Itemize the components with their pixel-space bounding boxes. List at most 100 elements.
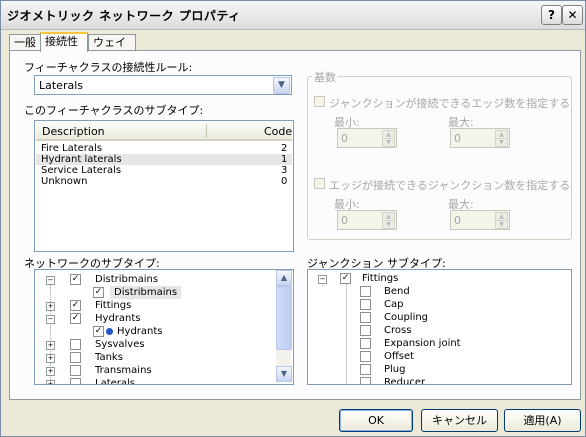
tree-checkbox[interactable] xyxy=(360,299,371,310)
tree-checkbox[interactable] xyxy=(360,312,371,323)
tree-checkbox[interactable] xyxy=(360,286,371,297)
tree-checkbox[interactable] xyxy=(70,365,81,376)
tree-checkbox[interactable]: ✓ xyxy=(340,273,351,284)
tree-checkbox[interactable] xyxy=(70,339,81,350)
cancel-button[interactable]: キャンセル xyxy=(421,409,498,432)
tree-checkbox[interactable]: ✓ xyxy=(70,274,81,285)
tree-item[interactable]: Reducer xyxy=(308,376,568,385)
junction-max-spinner[interactable]: 0 ▲ ▼ xyxy=(450,210,510,230)
table-row-selected[interactable]: Hydrant laterals 1 xyxy=(36,154,292,165)
subtypes-label: このフィーチャクラスのサブタイプ: xyxy=(24,104,204,117)
tree-item[interactable]: − ✓ Distribmains xyxy=(35,273,275,286)
expand-icon[interactable]: + xyxy=(46,380,55,384)
cardinality-title: 基数 xyxy=(312,69,338,85)
tree-checkbox[interactable] xyxy=(70,352,81,363)
scroll-thumb[interactable] xyxy=(276,286,292,350)
edge-count-checkbox[interactable] xyxy=(314,96,325,107)
network-subtypes-tree[interactable]: − ✓ Distribmains ✓ Distribmains + ✓ Fitt… xyxy=(34,269,294,385)
subtypes-listview[interactable]: Description Code Fire Laterals 2 Hydrant… xyxy=(34,120,294,252)
tree-item[interactable]: + Tanks xyxy=(35,351,275,364)
expand-icon[interactable]: + xyxy=(46,341,55,350)
tree-item[interactable]: ✓ Hydrants xyxy=(35,325,275,338)
junction-count-checkbox[interactable] xyxy=(314,178,325,189)
collapse-icon[interactable]: − xyxy=(46,315,55,324)
tree-item[interactable]: ✓ Distribmains xyxy=(35,286,275,299)
tree-item[interactable]: − ✓ Hydrants xyxy=(35,312,275,325)
tree-item-label: Sysvalves xyxy=(95,339,145,350)
edge-max-value: 0 xyxy=(454,132,461,145)
row-description: Fire Laterals xyxy=(41,143,103,154)
tree-checkbox[interactable] xyxy=(70,378,81,384)
tree-item-label: Fittings xyxy=(362,273,399,284)
title-bar[interactable]: ジオメトリック ネットワーク プロパティ ? ✕ xyxy=(1,1,585,30)
header-description[interactable]: Description xyxy=(42,125,105,138)
rule-combobox[interactable]: Laterals ▼ xyxy=(34,75,292,95)
junction-min-value: 0 xyxy=(341,214,348,227)
tree-item[interactable]: Cap xyxy=(308,298,568,311)
edge-max-spinner[interactable]: 0 ▲ ▼ xyxy=(450,128,510,148)
table-row[interactable]: Service Laterals 3 xyxy=(36,165,292,176)
close-button[interactable]: ✕ xyxy=(562,5,583,25)
tree-checkbox[interactable] xyxy=(360,377,371,384)
chevron-down-icon[interactable]: ▼ xyxy=(273,77,290,94)
edge-count-label: ジャンクションが接続できるエッジ数を指定する xyxy=(329,97,571,110)
tree-item[interactable]: + Laterals xyxy=(35,377,275,384)
tree-checkbox[interactable] xyxy=(360,364,371,375)
spin-down-icon[interactable]: ▼ xyxy=(495,138,508,147)
tree-item-label: Bend xyxy=(384,286,410,297)
tree-item[interactable]: + Transmains xyxy=(35,364,275,377)
expand-icon[interactable]: + xyxy=(46,367,55,376)
row-code: 1 xyxy=(281,154,288,165)
window-title: ジオメトリック ネットワーク プロパティ xyxy=(7,9,241,23)
table-row[interactable]: Unknown 0 xyxy=(36,176,292,187)
tree-item[interactable]: Plug xyxy=(308,363,568,376)
row-code: 3 xyxy=(281,165,288,176)
junction-count-label: エッジが接続できるジャンクション数を指定する xyxy=(329,179,571,192)
tree-scrollbar[interactable]: ▲ ▼ xyxy=(276,270,292,382)
spin-down-icon[interactable]: ▼ xyxy=(382,220,395,229)
ok-button[interactable]: OK xyxy=(339,409,413,432)
expand-icon[interactable]: + xyxy=(46,302,55,311)
tree-checkbox[interactable] xyxy=(360,338,371,349)
tree-item[interactable]: Coupling xyxy=(308,311,568,324)
tree-item[interactable]: + ✓ Fittings xyxy=(35,299,275,312)
tree-item-label: Hydrants xyxy=(117,326,163,337)
rule-selected-value: Laterals xyxy=(39,79,83,92)
junction-subtypes-tree[interactable]: − ✓ Fittings Bend Cap Coupling Cross Exp… xyxy=(307,269,572,385)
tree-item[interactable]: Cross xyxy=(308,324,568,337)
collapse-icon[interactable]: − xyxy=(318,275,327,284)
junction-min-spinner[interactable]: 0 ▲ ▼ xyxy=(337,210,397,230)
collapse-icon[interactable]: − xyxy=(46,276,55,285)
spin-down-icon[interactable]: ▼ xyxy=(382,138,395,147)
tree-item[interactable]: Bend xyxy=(308,285,568,298)
tree-checkbox[interactable]: ✓ xyxy=(70,313,81,324)
tree-checkbox[interactable]: ✓ xyxy=(70,300,81,311)
tab-page-connectivity: フィーチャクラスの接続性ルール: Laterals ▼ このフィーチャクラスのサ… xyxy=(9,50,581,400)
row-description: Unknown xyxy=(41,176,88,187)
expand-icon[interactable]: + xyxy=(46,354,55,363)
tree-item-label: Distribmains xyxy=(95,274,159,285)
tree-checkbox[interactable] xyxy=(360,351,371,362)
tree-item-label: Reducer xyxy=(384,377,426,385)
tree-checkbox[interactable]: ✓ xyxy=(93,287,104,298)
tree-item-label: Expansion joint xyxy=(384,338,461,349)
tab-weights[interactable]: ウェイト xyxy=(88,34,136,64)
apply-button[interactable]: 適用(A) xyxy=(504,409,581,432)
spin-down-icon[interactable]: ▼ xyxy=(495,220,508,229)
tree-item[interactable]: − ✓ Fittings xyxy=(308,272,568,285)
scroll-down-icon[interactable]: ▼ xyxy=(276,366,292,382)
tree-item[interactable]: + Sysvalves xyxy=(35,338,275,351)
header-code[interactable]: Code xyxy=(264,125,292,138)
tab-connectivity[interactable]: 接続性 xyxy=(40,32,88,52)
row-description: Hydrant laterals xyxy=(41,154,122,165)
scroll-up-icon[interactable]: ▲ xyxy=(276,270,292,286)
edge-min-spinner[interactable]: 0 ▲ ▼ xyxy=(337,128,397,148)
help-button[interactable]: ? xyxy=(541,5,562,25)
tree-item[interactable]: Offset xyxy=(308,350,568,363)
tree-checkbox[interactable]: ✓ xyxy=(93,326,104,337)
tree-item-label-selected: Distribmains xyxy=(110,286,182,299)
tree-checkbox[interactable] xyxy=(360,325,371,336)
tree-item[interactable]: Expansion joint xyxy=(308,337,568,350)
table-row[interactable]: Fire Laterals 2 xyxy=(36,143,292,154)
rule-label: フィーチャクラスの接続性ルール: xyxy=(24,61,193,74)
